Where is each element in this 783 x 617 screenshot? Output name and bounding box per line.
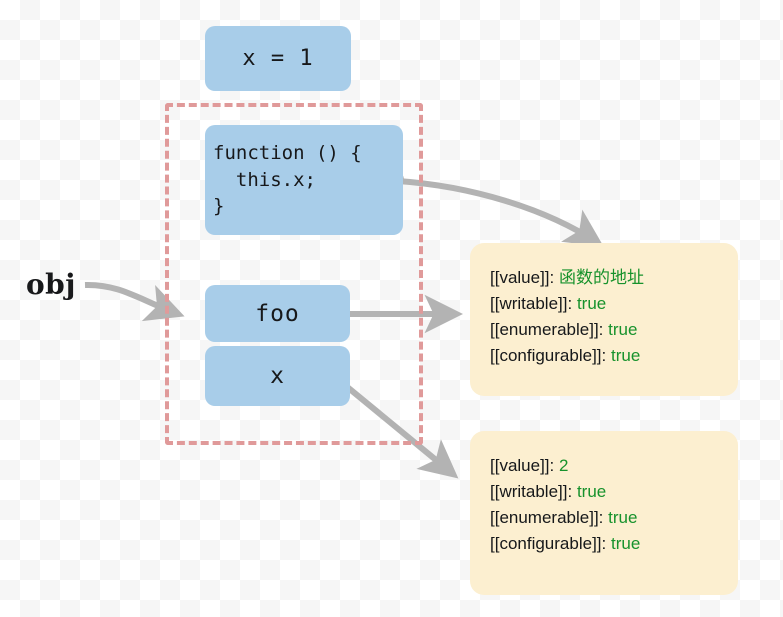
obj-label: obj <box>26 268 76 301</box>
card-x-descriptor: [[value]]: 2 [[writable]]: true [[enumer… <box>470 431 738 595</box>
card-foo-descriptor: [[value]]: 函数的地址 [[writable]]: true [[en… <box>470 243 738 396</box>
node-property-foo-text: foo <box>255 300 300 327</box>
descriptor-key: [[writable]]: <box>490 294 573 313</box>
node-x-assignment[interactable]: x = 1 <box>205 26 351 91</box>
descriptor-line: [[value]]: 函数的地址 <box>490 265 718 291</box>
descriptor-line: [[enumerable]]: true <box>490 317 718 343</box>
descriptor-key: [[value]]: <box>490 456 555 475</box>
node-x-assignment-text: x = 1 <box>242 46 314 71</box>
node-function-body-text: function () { this.x; } <box>213 141 362 218</box>
descriptor-value: true <box>576 482 607 501</box>
descriptor-line: [[enumerable]]: true <box>490 505 718 531</box>
descriptor-line: [[writable]]: true <box>490 479 718 505</box>
descriptor-value: 函数的地址 <box>559 268 644 287</box>
descriptor-value: true <box>610 534 641 553</box>
descriptor-key: [[enumerable]]: <box>490 508 604 527</box>
descriptor-key: [[value]]: <box>490 268 555 287</box>
descriptor-value: true <box>608 508 638 527</box>
node-property-x[interactable]: x <box>205 346 350 406</box>
descriptor-key: [[configurable]]: <box>490 534 607 553</box>
diagram-canvas: obj x = 1 function () { this.x; } foo x … <box>0 0 783 617</box>
descriptor-key: [[configurable]]: <box>490 346 607 365</box>
connector-function-to-foo-card <box>397 178 604 247</box>
node-function-body[interactable]: function () { this.x; } <box>205 125 403 235</box>
descriptor-key: [[enumerable]]: <box>490 320 604 339</box>
descriptor-line: [[configurable]]: true <box>490 531 718 557</box>
descriptor-key: [[writable]]: <box>490 482 573 501</box>
node-property-foo[interactable]: foo <box>205 285 350 342</box>
node-property-x-text: x <box>270 363 285 389</box>
descriptor-line: [[writable]]: true <box>490 291 718 317</box>
descriptor-line: [[configurable]]: true <box>490 343 718 369</box>
descriptor-value: true <box>576 294 607 313</box>
descriptor-line: [[value]]: 2 <box>490 453 718 479</box>
descriptor-value: true <box>610 346 641 365</box>
descriptor-value: 2 <box>559 456 569 475</box>
descriptor-value: true <box>608 320 638 339</box>
